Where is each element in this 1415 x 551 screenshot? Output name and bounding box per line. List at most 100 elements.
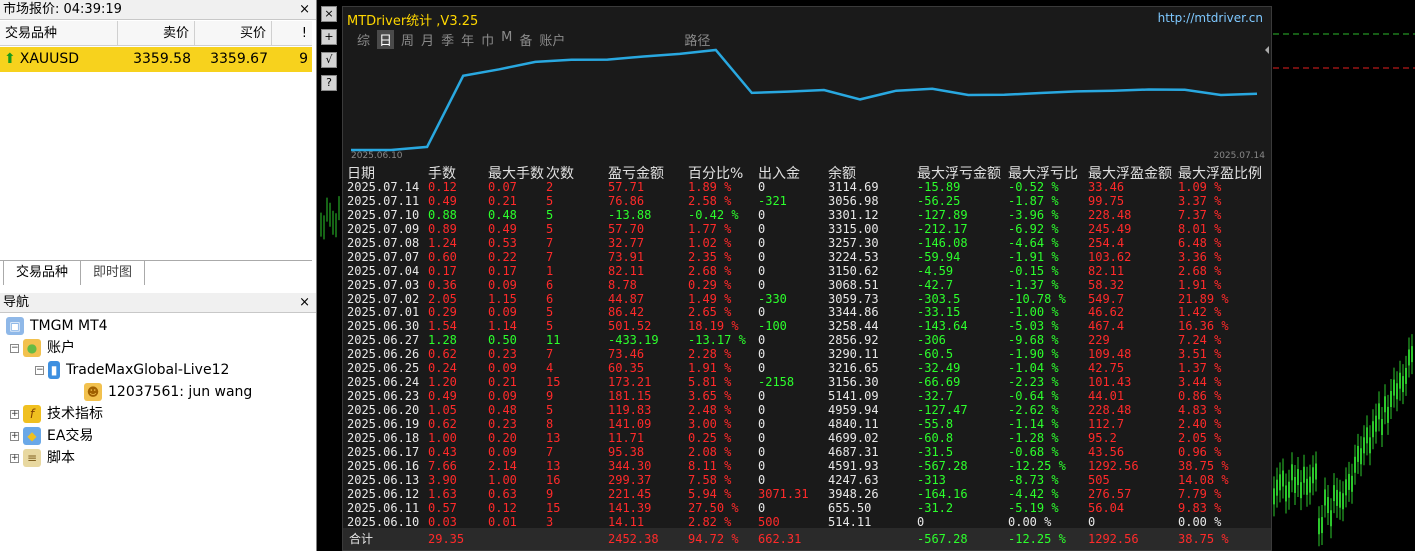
table-cell: -55.8: [917, 416, 954, 431]
help-button[interactable]: ?: [321, 75, 337, 91]
table-cell: -164.16: [917, 486, 968, 501]
tree-item-account[interactable]: ☻ 12037561: jun wang: [84, 381, 252, 403]
table-cell: 1.20: [428, 375, 457, 390]
tree-item-scripts[interactable]: + ≡ 脚本: [10, 447, 75, 469]
col-ask[interactable]: 买价: [195, 21, 272, 45]
collapse-icon[interactable]: −: [35, 365, 44, 375]
table-cell: 0.24: [428, 361, 457, 376]
table-cell: 0: [758, 249, 766, 264]
col-symbol[interactable]: 交易品种: [0, 21, 118, 45]
candle: [1279, 474, 1281, 491]
close-icon[interactable]: ×: [299, 293, 310, 313]
expand-icon[interactable]: +: [10, 409, 19, 419]
table-cell: 0.07: [488, 180, 517, 194]
close-chart-button[interactable]: ×: [321, 6, 337, 22]
table-cell: 8: [546, 416, 554, 431]
table-cell: 2025.06.27: [347, 333, 420, 348]
tree-item-indicators[interactable]: + f 技术指标: [10, 403, 103, 425]
table-cell: 0: [758, 444, 766, 459]
table-cell: -66.69: [917, 375, 961, 390]
table-row: 2025.07.08 1.24 0.53 7 32.77 1.02 % 0 3257.30 -1…: [347, 235, 1269, 251]
table-cell: 0.25 %: [688, 430, 732, 445]
total-max-profit: 1292.56: [1088, 532, 1139, 546]
expand-icon[interactable]: +: [10, 431, 19, 441]
expand-icon[interactable]: +: [10, 453, 19, 463]
table-cell: -2.23 %: [1008, 375, 1059, 390]
check-button[interactable]: √: [321, 52, 337, 68]
table-cell: 2025.06.23: [347, 389, 420, 404]
tree-item-accounts[interactable]: − ● 账户: [10, 337, 75, 359]
table-cell: 0.49: [428, 193, 457, 208]
panel-url-link[interactable]: http://mtdriver.cn: [1158, 11, 1263, 25]
table-cell: 56.04: [1088, 500, 1125, 515]
col-bid[interactable]: 卖价: [118, 21, 195, 45]
table-cell: -143.64: [917, 319, 968, 334]
candle: [1351, 475, 1353, 492]
collapse-icon[interactable]: −: [10, 343, 19, 353]
candle: [1354, 456, 1356, 473]
table-cell: 0: [758, 305, 766, 320]
close-icon[interactable]: ×: [299, 0, 310, 20]
table-cell: 4840.11: [828, 416, 879, 431]
table-cell: -1.00 %: [1008, 305, 1059, 320]
table-cell: 1.14: [488, 319, 517, 334]
table-cell: -4.64 %: [1008, 235, 1059, 250]
table-cell: -2158: [758, 375, 795, 390]
table-cell: 229: [1088, 333, 1110, 348]
table-cell: 1.54: [428, 319, 457, 334]
table-cell: 57.71: [608, 180, 645, 194]
table-cell: 245.49: [1088, 221, 1132, 236]
table-cell: -100: [758, 319, 787, 334]
candle: [1300, 482, 1302, 499]
table-cell: 0.12: [428, 180, 457, 194]
tree-item-expert-advisors[interactable]: + ◆ EA交易: [10, 425, 93, 447]
table-cell: 1: [546, 263, 554, 278]
table-cell: 2856.92: [828, 333, 879, 348]
table-cell: 299.37: [608, 472, 652, 487]
table-cell: 228.48: [1088, 403, 1132, 417]
table-row: 2025.07.03 0.36 0.09 6 8.78 0.29 % 0 3068.51 -42…: [347, 277, 1269, 293]
table-cell: 95.38: [608, 444, 645, 459]
table-cell: -42.7: [917, 277, 954, 292]
table-cell: 0.22: [488, 249, 517, 264]
table-cell: 1.63: [428, 486, 457, 501]
market-watch-title-bar: 市场报价: 04:39:19 ×: [0, 0, 316, 20]
table-cell: -3.96 %: [1008, 207, 1059, 222]
table-cell: 0.29: [428, 305, 457, 320]
table-cell: 1.28: [428, 333, 457, 348]
candle: [1369, 437, 1371, 454]
table-row: 2025.06.24 1.20 0.21 15 173.21 5.81 % -2158 315…: [347, 375, 1269, 390]
market-watch-row[interactable]: ⬆ XAUUSD 3359.58 3359.67 9: [0, 47, 312, 72]
tab-tick-chart[interactable]: 即时图: [81, 261, 146, 285]
table-cell: 2025.06.26: [347, 347, 420, 362]
candle: [1288, 481, 1290, 498]
table-row: 2025.06.23 0.49 0.09 9 181.15 3.65 % 0 5141.09 -…: [347, 389, 1269, 404]
table-cell: 15: [546, 375, 561, 390]
table-cell: 228.48: [1088, 207, 1132, 222]
tree-item-server[interactable]: − ▮ TradeMaxGlobal-Live12: [35, 359, 229, 381]
table-cell: 2.08 %: [688, 444, 732, 459]
table-cell: 18.19 %: [688, 319, 739, 334]
candle: [1402, 376, 1404, 393]
table-cell: 1.37 %: [1178, 361, 1222, 376]
table-cell: -0.42 %: [688, 207, 739, 222]
tree-item-broker[interactable]: ▣ TMGM MT4: [6, 315, 108, 337]
table-cell: 0.96 %: [1178, 444, 1222, 459]
crosshair-button[interactable]: +: [321, 29, 337, 45]
table-cell: 6.48 %: [1178, 235, 1222, 250]
table-cell: 0.60: [428, 249, 457, 264]
chart-toolbar: × + √ ?: [319, 0, 341, 100]
table-cell: -127.47: [917, 403, 968, 417]
table-cell: 3216.65: [828, 361, 879, 376]
table-cell: 0: [758, 389, 766, 404]
tab-symbols[interactable]: 交易品种: [3, 261, 82, 285]
col-spread[interactable]: !: [272, 21, 312, 45]
table-cell: 2025.07.08: [347, 235, 420, 250]
table-row: 2025.06.19 0.62 0.23 8 141.09 3.00 % 0 4840.11 -…: [347, 416, 1269, 432]
table-cell: 21.89 %: [1178, 291, 1229, 306]
table-cell: 11.71: [608, 430, 645, 445]
indicator-icon: f: [23, 405, 41, 423]
table-cell: 13: [546, 458, 561, 473]
candle: [1348, 473, 1350, 490]
table-cell: 0: [758, 416, 766, 431]
